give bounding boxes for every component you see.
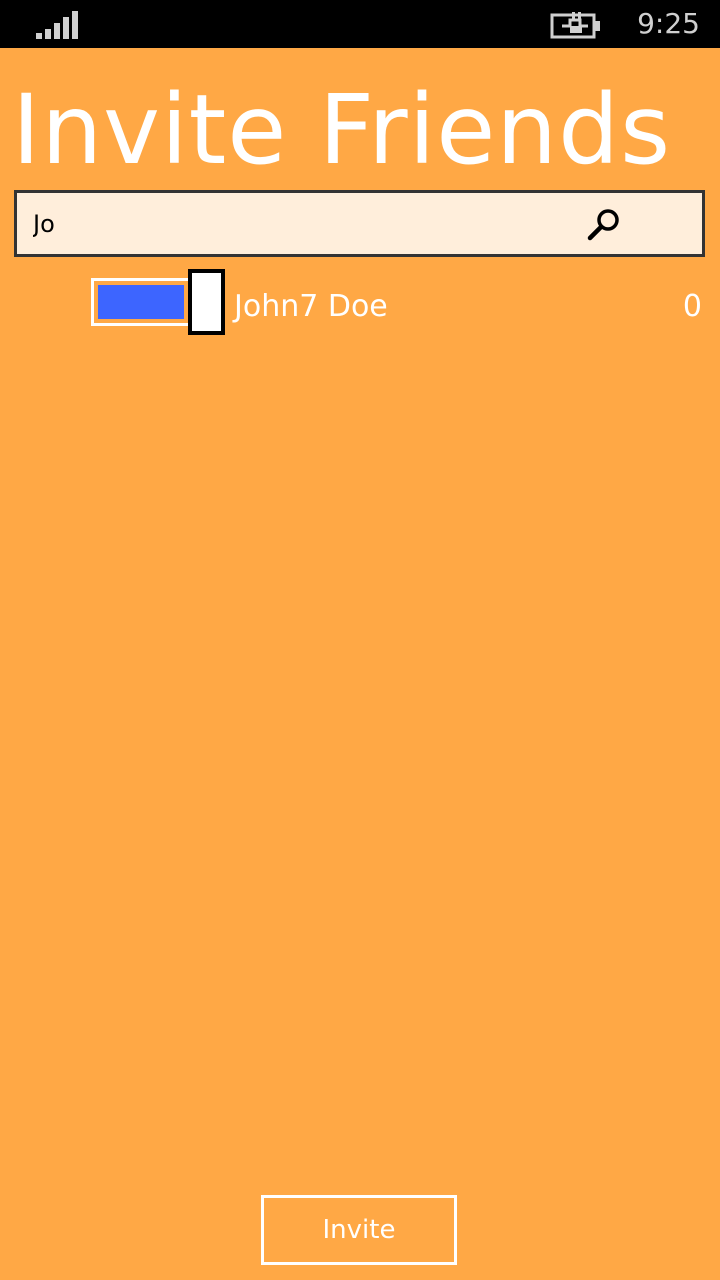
toggle-fill xyxy=(98,285,184,319)
toggle-thumb[interactable] xyxy=(188,269,225,335)
status-clock: 9:25 xyxy=(637,7,700,40)
battery-charging-icon xyxy=(550,12,600,39)
friend-name: John7 Doe xyxy=(234,289,388,324)
friend-list-item: John7 Doe 0 xyxy=(0,266,720,346)
friend-select-toggle[interactable] xyxy=(90,269,226,335)
invite-button[interactable]: Invite xyxy=(261,1195,457,1265)
toggle-track xyxy=(91,278,191,326)
search-box[interactable] xyxy=(14,190,705,257)
search-input[interactable] xyxy=(33,203,573,245)
search-icon[interactable] xyxy=(585,206,623,244)
page-title: Invite Friends xyxy=(12,74,672,186)
friend-count: 0 xyxy=(682,289,702,324)
signal-bars-icon xyxy=(36,11,78,39)
status-bar: 9:25 xyxy=(0,0,720,48)
